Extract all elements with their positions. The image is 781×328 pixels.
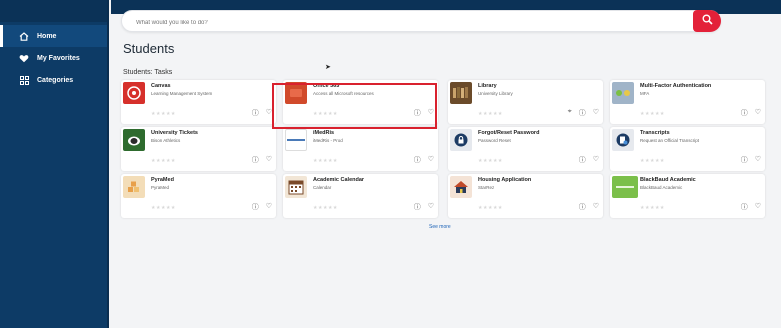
tile-subtitle: Bison Athletics <box>151 138 181 143</box>
lock-icon <box>450 129 472 151</box>
sidebar-topbar <box>0 0 107 22</box>
see-more-link[interactable]: See more <box>429 224 451 230</box>
tile-canvas[interactable]: Canvas Learning Management System ★★★★★ … <box>121 80 276 124</box>
rating-stars: ★★★★★ <box>151 111 176 117</box>
info-icon[interactable]: ⓘ <box>252 108 259 118</box>
page-title: Students <box>123 41 175 56</box>
rating-stars: ★★★★★ <box>478 158 503 164</box>
tile-title: Housing Application <box>478 177 532 183</box>
tile-subtitle: iMedRis - Prod <box>313 138 343 143</box>
tile-title: Forgot/Reset Password <box>478 130 540 136</box>
favorite-heart-icon[interactable]: ♡ <box>593 108 599 118</box>
favorite-heart-icon[interactable]: ♡ <box>755 155 761 165</box>
favorite-heart-icon[interactable]: ♡ <box>755 108 761 118</box>
tile-subtitle: StarRez <box>478 185 495 190</box>
grid-icon <box>18 75 30 85</box>
info-icon[interactable]: ⓘ <box>579 108 586 118</box>
canvas-logo-icon <box>123 82 145 104</box>
house-icon <box>450 176 472 198</box>
heart-icon <box>18 54 30 63</box>
rating-stars: ★★★★★ <box>151 205 176 211</box>
tile-title: iMedRis <box>313 130 335 136</box>
tile-housing-application[interactable]: Housing Application StarRez ★★★★★ ⓘ ♡ <box>448 174 603 218</box>
tile-subtitle: University Library <box>478 91 513 96</box>
rating-stars: ★★★★★ <box>151 158 176 164</box>
favorite-heart-icon[interactable]: ♡ <box>428 155 434 165</box>
tile-title: Multi-Factor Authentication <box>640 83 712 89</box>
location-pin-icon[interactable]: ⌖ <box>568 108 572 118</box>
sidebar-item-label: My Favorites <box>37 54 80 62</box>
favorite-heart-icon[interactable]: ♡ <box>266 155 272 165</box>
tile-transcripts[interactable]: Transcripts Request an Official Transcri… <box>610 127 765 171</box>
tile-title: Canvas <box>151 83 171 89</box>
info-icon[interactable]: ⓘ <box>741 155 748 165</box>
rating-stars: ★★★★★ <box>640 111 665 117</box>
tile-subtitle: BlackBaud Academic <box>640 185 683 190</box>
favorite-heart-icon[interactable]: ♡ <box>593 155 599 165</box>
sidebar-item-categories[interactable]: Categories <box>0 69 107 91</box>
tile-title: Academic Calendar <box>313 177 365 183</box>
home-icon <box>18 31 30 41</box>
blackbaud-logo-icon <box>612 176 638 198</box>
tile-title: University Tickets <box>151 130 198 136</box>
tile-subtitle: PyraMed <box>151 185 170 190</box>
tile-library[interactable]: Library University Library ★★★★★ ⌖ ⓘ ♡ <box>448 80 603 124</box>
tile-subtitle: Learning Management System <box>151 91 213 96</box>
highlight-box <box>272 83 437 129</box>
info-icon[interactable]: ⓘ <box>579 202 586 212</box>
tile-subtitle: Calendar <box>313 185 332 190</box>
favorite-heart-icon[interactable]: ♡ <box>593 202 599 212</box>
info-icon[interactable]: ⓘ <box>252 202 259 212</box>
search-bar <box>121 10 721 33</box>
tile-multi-factor-authentication[interactable]: Multi-Factor Authentication MFA ★★★★★ ⓘ ♡ <box>610 80 765 124</box>
tile-imedris[interactable]: iMedRis iMedRis - Prod ★★★★★ ⓘ ♡ <box>283 127 438 171</box>
tile-subtitle: Request an Official Transcript <box>640 138 699 143</box>
tile-title: BlackBaud Academic <box>640 177 696 183</box>
sidebar-item-label: Categories <box>37 76 74 84</box>
tile-subtitle: Password Reset <box>478 138 511 143</box>
tile-forgot-reset-password[interactable]: Forgot/Reset Password Password Reset ★★★… <box>448 127 603 171</box>
search-button[interactable] <box>693 10 721 32</box>
imedris-logo-icon <box>285 129 307 151</box>
rating-stars: ★★★★★ <box>640 158 665 164</box>
transcript-icon <box>612 129 634 151</box>
calendar-icon <box>285 176 307 198</box>
tile-academic-calendar[interactable]: Academic Calendar Calendar ★★★★★ ⓘ ♡ <box>283 174 438 218</box>
library-logo-icon <box>450 82 472 104</box>
sidebar-item-favorites[interactable]: My Favorites <box>0 47 107 69</box>
tile-subtitle: MFA <box>640 91 650 96</box>
search-icon <box>702 12 713 30</box>
info-icon[interactable]: ⓘ <box>741 108 748 118</box>
tile-title: Transcripts <box>640 130 670 136</box>
info-icon[interactable]: ⓘ <box>579 155 586 165</box>
search-input[interactable] <box>122 13 682 33</box>
tile-title: Library <box>478 83 497 89</box>
rating-stars: ★★★★★ <box>478 205 503 211</box>
mouse-cursor-icon: ➤ <box>325 64 331 71</box>
sidebar-item-label: Home <box>37 32 57 40</box>
mfa-logo-icon <box>612 82 634 104</box>
main-content: Students Students: Tasks ➤ Canvas Learni… <box>111 0 781 328</box>
tile-pyramed[interactable]: PyraMed PyraMed ★★★★★ ⓘ ♡ <box>121 174 276 218</box>
pyramed-logo-icon <box>123 176 145 198</box>
favorite-heart-icon[interactable]: ♡ <box>755 202 761 212</box>
tile-university-tickets[interactable]: University Tickets Bison Athletics ★★★★★… <box>121 127 276 171</box>
tile-title: PyraMed <box>151 177 174 183</box>
favorite-heart-icon[interactable]: ♡ <box>266 202 272 212</box>
sidebar-item-home[interactable]: Home <box>0 25 107 47</box>
info-icon[interactable]: ⓘ <box>252 155 259 165</box>
rating-stars: ★★★★★ <box>313 158 338 164</box>
info-icon[interactable]: ⓘ <box>414 155 421 165</box>
info-icon[interactable]: ⓘ <box>741 202 748 212</box>
favorite-heart-icon[interactable]: ♡ <box>428 202 434 212</box>
bison-logo-icon <box>123 129 145 151</box>
rating-stars: ★★★★★ <box>640 205 665 211</box>
section-title: Students: Tasks <box>123 69 173 76</box>
tile-blackbaud-academic[interactable]: BlackBaud Academic BlackBaud Academic ★★… <box>610 174 765 218</box>
sidebar: Home My Favorites Categories <box>0 0 109 328</box>
rating-stars: ★★★★★ <box>313 205 338 211</box>
rating-stars: ★★★★★ <box>478 111 503 117</box>
info-icon[interactable]: ⓘ <box>414 202 421 212</box>
